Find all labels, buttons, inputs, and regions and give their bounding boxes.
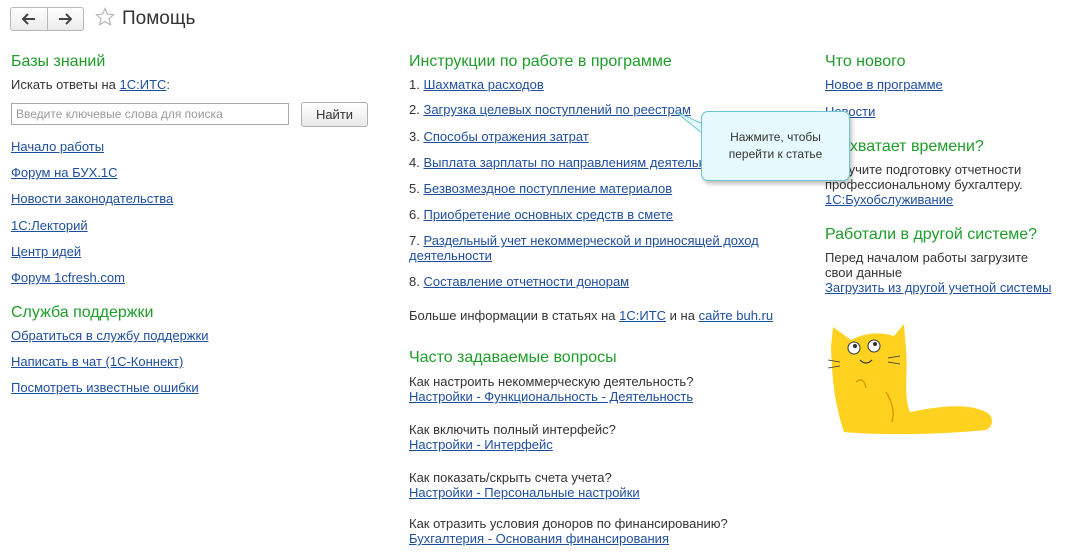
faq-question: Как включить полный интерфейс? [409, 422, 616, 437]
search-input[interactable] [11, 103, 289, 125]
link-chat[interactable]: Написать в чат (1С-Коннект) [11, 354, 183, 369]
instruction-item: 8. Составление отчетности донорам [409, 274, 629, 289]
no-time-text: профессиональному бухгалтеру. [825, 177, 1023, 192]
more-info: Больше информации в статьях на 1С:ИТС и … [409, 308, 773, 323]
other-system-text: Перед началом работы загрузите [825, 250, 1029, 265]
instruction-item: 1. Шахматка расходов [409, 77, 544, 92]
instruction-link[interactable]: Загрузка целевых поступлений по реестрам [423, 102, 690, 117]
other-system-text: свои данные [825, 265, 903, 280]
faq-answer-link[interactable]: Настройки - Персональные настройки [409, 485, 640, 500]
instruction-item: 3. Способы отражения затрат [409, 129, 589, 144]
page-title: Помощь [122, 8, 196, 29]
item-number: 8. [409, 274, 420, 289]
item-number: 7. [409, 233, 420, 248]
nav-buttons [10, 7, 84, 31]
faq-answer-link[interactable]: Бухгалтерия - Основания финансирования [409, 531, 669, 546]
faq-question: Как отразить условия доноров по финансир… [409, 516, 728, 531]
faq-heading: Часто задаваемые вопросы [409, 349, 617, 366]
item-number: 3. [409, 129, 420, 144]
instruction-link[interactable]: Раздельный учет некоммерческой и принося… [423, 233, 758, 248]
instruction-item: 2. Загрузка целевых поступлений по реест… [409, 102, 691, 117]
cat-illustration [827, 324, 992, 435]
faq-answer-link[interactable]: Настройки - Функциональность - Деятельно… [409, 389, 693, 404]
item-number: 6. [409, 207, 420, 222]
link-forum-1cfresh[interactable]: Форум 1cfresh.com [11, 270, 125, 285]
link-forum-buh[interactable]: Форум на БУХ.1С [11, 165, 118, 180]
link-lectorium[interactable]: 1С:Лекторий [11, 218, 88, 233]
forward-button[interactable] [46, 8, 84, 30]
item-number: 5. [409, 181, 420, 196]
link-new-in-program[interactable]: Новое в программе [825, 77, 943, 92]
star-icon[interactable] [95, 7, 115, 27]
faq-question: Как показать/скрыть счета учета? [409, 470, 612, 485]
back-button[interactable] [11, 8, 47, 30]
instruction-link-continued[interactable]: деятельности [409, 248, 492, 263]
arrow-right-icon [59, 13, 73, 25]
instruction-link[interactable]: Способы отражения затрат [423, 129, 588, 144]
other-system-heading: Работали в другой системе? [825, 226, 1038, 243]
tooltip: Нажмите, чтобы перейти к статье [701, 111, 850, 181]
support-heading: Служба поддержки [11, 304, 154, 321]
instruction-item: 6. Приобретение основных средств в смете [409, 207, 673, 222]
link-contact-support[interactable]: Обратиться в службу поддержки [11, 328, 208, 343]
tooltip-line: Нажмите, чтобы [730, 130, 821, 144]
link-known-errors[interactable]: Посмотреть известные ошибки [11, 380, 199, 395]
tooltip-line: перейти к статье [728, 147, 823, 161]
search-prompt: Искать ответы на 1С:ИТС: [11, 77, 170, 92]
buh-ru-link[interactable]: сайте buh.ru [699, 308, 774, 323]
its-link[interactable]: 1С:ИТС [120, 77, 167, 92]
find-button[interactable]: Найти [301, 102, 368, 127]
search-prompt-text: Искать ответы на [11, 77, 116, 92]
its-more-link[interactable]: 1С:ИТС [619, 308, 666, 323]
link-ideas-center[interactable]: Центр идей [11, 244, 81, 259]
instruction-item: 7. Раздельный учет некоммерческой и прин… [409, 233, 759, 248]
instruction-link[interactable]: Составление отчетности донорам [423, 274, 629, 289]
link-import-data[interactable]: Загрузить из другой учетной системы [825, 280, 1051, 295]
instruction-link[interactable]: Шахматка расходов [423, 77, 543, 92]
arrow-left-icon [21, 13, 35, 25]
link-legislation-news[interactable]: Новости законодательства [11, 191, 173, 206]
item-number: 2. [409, 102, 420, 117]
link-buh-service[interactable]: 1С:Бухобслуживание [825, 192, 953, 207]
link-getting-started[interactable]: Начало работы [11, 139, 104, 154]
instruction-item: 5. Безвозмездное поступление материалов [409, 181, 672, 196]
instruction-link[interactable]: Приобретение основных средств в смете [423, 207, 673, 222]
instructions-heading: Инструкции по работе в программе [409, 53, 672, 70]
item-number: 1. [409, 77, 420, 92]
instruction-item: 4. Выплата зарплаты по направлениям деят… [409, 155, 733, 170]
faq-answer-link[interactable]: Настройки - Интерфейс [409, 437, 553, 452]
more-info-text: Больше информации в статьях на [409, 308, 616, 323]
instruction-link[interactable]: Безвозмездное поступление материалов [423, 181, 672, 196]
whats-new-heading: Что нового [825, 53, 906, 70]
no-time-text: Поручите подготовку отчетности [825, 162, 1022, 177]
more-info-and: и на [669, 308, 695, 323]
item-number: 4. [409, 155, 420, 170]
search-prompt-colon: : [166, 77, 171, 92]
instruction-link[interactable]: Выплата зарплаты по направлениям деятель… [423, 155, 732, 170]
knowledge-heading: Базы знаний [11, 53, 106, 70]
faq-question: Как настроить некоммерческую деятельност… [409, 374, 694, 389]
